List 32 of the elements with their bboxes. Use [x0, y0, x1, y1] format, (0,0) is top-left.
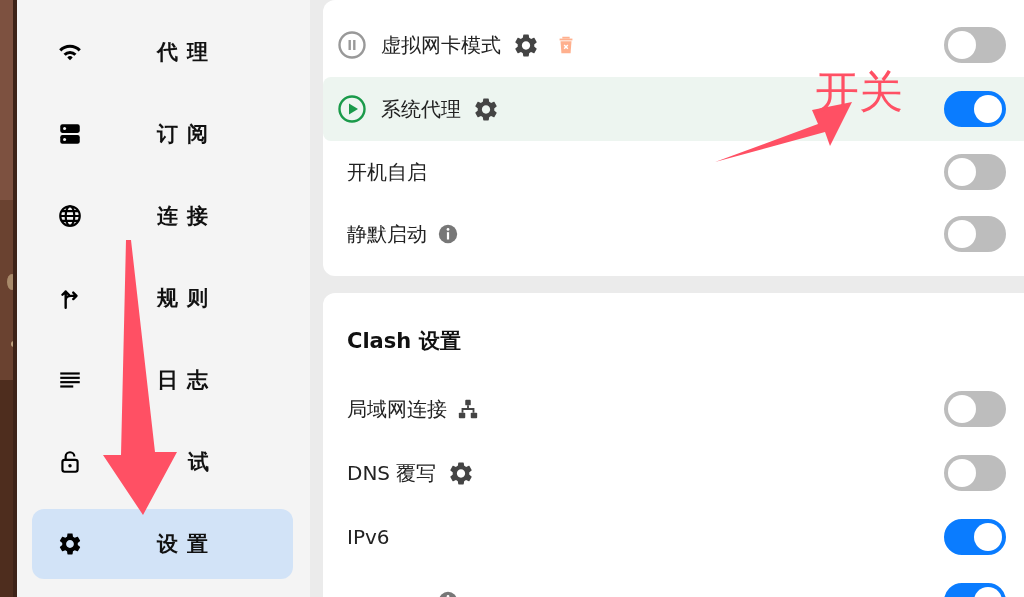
server-icon [57, 121, 83, 147]
toggle-switch[interactable] [944, 391, 1006, 427]
setting-label: 虚拟网卡模式 [381, 31, 501, 59]
sidebar-item[interactable]: 连接 [32, 181, 293, 251]
toggle-switch[interactable] [944, 519, 1006, 555]
play-icon[interactable] [338, 95, 366, 123]
setting-label: 局域网连接 [347, 395, 447, 423]
setting-label: IPv6 [347, 525, 390, 549]
toggle-switch[interactable] [944, 455, 1006, 491]
sidebar-item[interactable]: 规则 [32, 263, 293, 333]
sidebar-item[interactable]: 日志 [32, 345, 293, 415]
settings-icon[interactable] [450, 461, 473, 485]
network-icon[interactable] [457, 398, 479, 420]
setting-label: 开机自启 [347, 158, 427, 186]
sidebar-item[interactable]: 试 [32, 427, 293, 497]
pause-icon[interactable] [338, 31, 366, 59]
toggle-switch[interactable] [944, 216, 1006, 252]
sidebar-item[interactable]: 订阅 [32, 99, 293, 169]
sidebar-item[interactable]: 代理 [32, 17, 293, 87]
settings-icon[interactable] [475, 97, 497, 121]
setting-label: 静默启动 [347, 220, 427, 248]
settings-icon [57, 531, 83, 557]
settings-icon[interactable] [515, 33, 537, 57]
globe-icon [57, 203, 83, 229]
info-icon[interactable] [437, 223, 459, 245]
toggle-switch[interactable] [944, 27, 1006, 63]
toggle-switch[interactable] [944, 154, 1006, 190]
section-title: Clash 设置 [346, 328, 462, 355]
setting-label: 系统代理 [381, 95, 461, 123]
toggle-switch[interactable] [944, 91, 1006, 127]
sidebar-item[interactable]: 设置 [32, 509, 293, 579]
setting-label: DNS 覆写 [347, 459, 437, 487]
